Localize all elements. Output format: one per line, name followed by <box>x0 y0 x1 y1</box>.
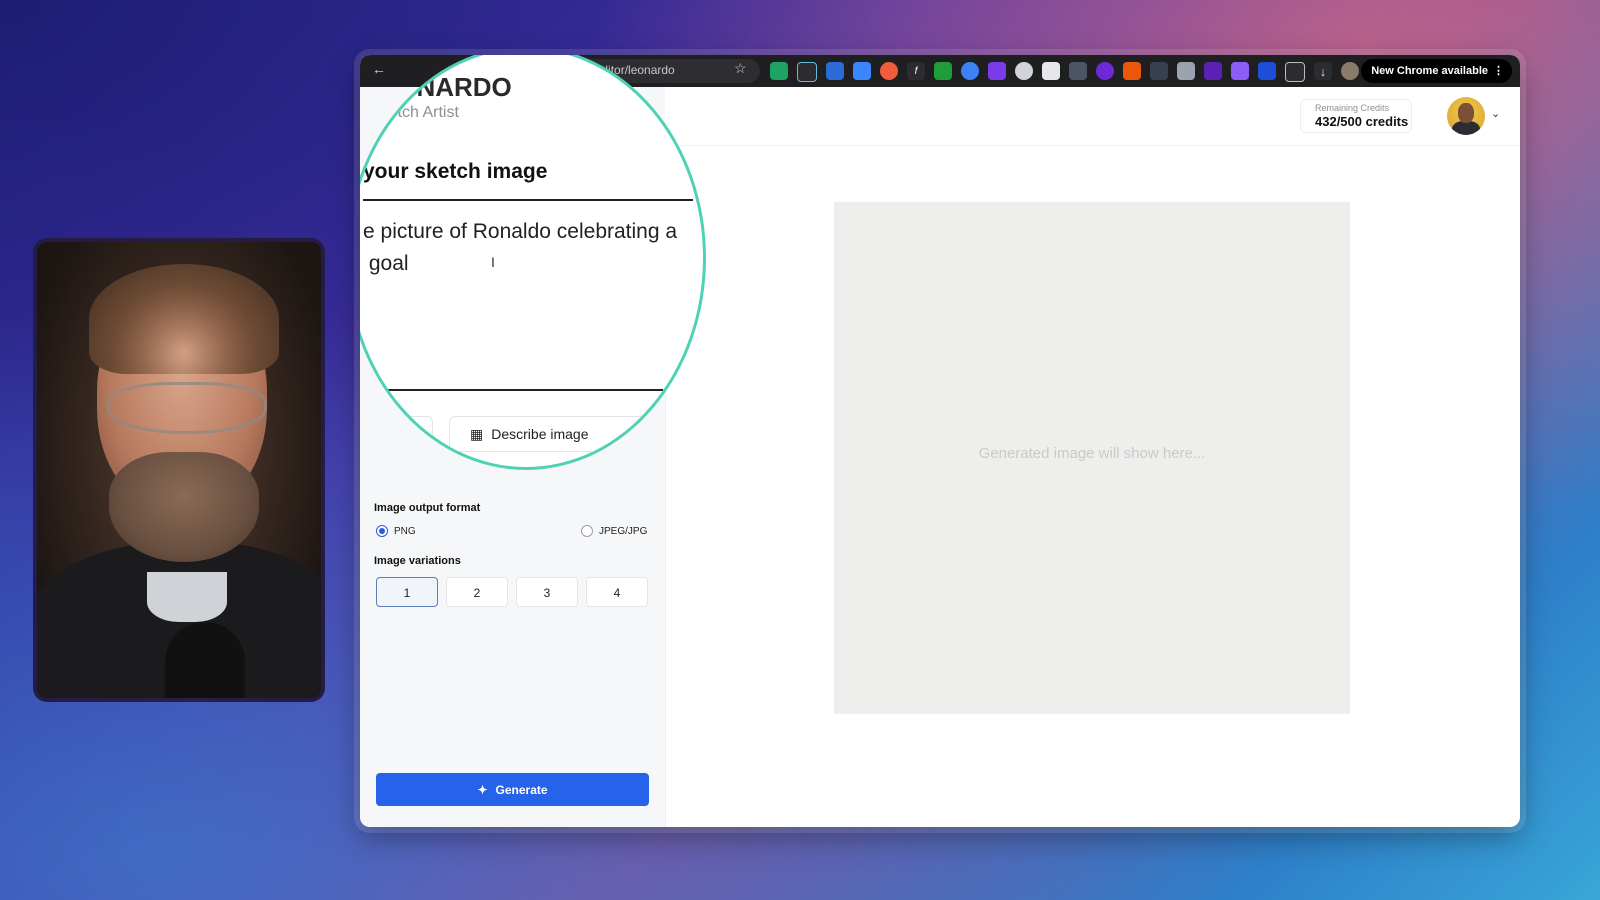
magnified-sidebar: LEONARDO Sketch Artist your sketch image… <box>363 58 703 467</box>
extension-drop-icon[interactable] <box>853 62 871 80</box>
radio-jpeg[interactable] <box>581 525 593 537</box>
image-search-icon: ▦ <box>470 425 484 442</box>
prompt-box-bottom-border <box>363 389 663 391</box>
main-header: Remaining Credits 432/500 credits ⌄ <box>665 87 1520 146</box>
output-format-label: Image output format <box>374 502 481 514</box>
format-option-jpeg[interactable]: JPEG/JPG <box>581 525 647 537</box>
content-button[interactable]: ntent <box>363 416 433 452</box>
credits-label: Remaining Credits <box>1315 103 1390 113</box>
extension-white-icon[interactable] <box>1042 62 1060 80</box>
extension-gear-icon[interactable] <box>1204 62 1222 80</box>
extension-function-icon[interactable]: f <box>907 62 925 80</box>
variations-label: Image variations <box>374 555 461 567</box>
profile-avatar-icon[interactable] <box>1341 62 1359 80</box>
extension-purple-icon[interactable] <box>988 62 1006 80</box>
prompt-heading: your sketch image <box>363 160 548 183</box>
chrome-update-button[interactable]: New Chrome available ⋮ <box>1361 59 1512 83</box>
user-avatar[interactable] <box>1447 97 1485 135</box>
variation-button-3[interactable]: 3 <box>516 577 578 607</box>
prompt-textarea[interactable]: e picture of Ronaldo celebrating a goal <box>363 216 703 280</box>
sparkle-icon: ✦ <box>477 782 488 797</box>
extension-bookmark-icon[interactable] <box>1258 62 1276 80</box>
preview-placeholder: Generated image will show here... <box>978 445 1206 462</box>
chrome-update-label: New Chrome available <box>1371 65 1488 77</box>
avatar-suit <box>1452 121 1480 135</box>
extension-red-icon[interactable] <box>880 62 898 80</box>
describe-image-button[interactable]: ▦ Describe image <box>449 416 649 452</box>
variation-button-2[interactable]: 2 <box>446 577 508 607</box>
browser-window: ← ai/editor/leonardo ☆ f ↓ New Chrome av… <box>360 55 1520 827</box>
webcam-person-beard <box>109 452 259 562</box>
extension-green-icon[interactable] <box>934 62 952 80</box>
credits-badge: Remaining Credits 432/500 credits <box>1300 99 1412 133</box>
more-menu-icon[interactable]: ⋮ <box>1493 59 1504 83</box>
prompt-box-top-border <box>363 199 693 201</box>
webcam-microphone <box>165 622 245 698</box>
extension-code-icon[interactable] <box>1069 62 1087 80</box>
extension-violet-icon[interactable] <box>1096 62 1114 80</box>
format-option-jpeg-label: JPEG/JPG <box>599 525 648 537</box>
generate-button[interactable]: ✦ Generate <box>376 773 649 806</box>
extension-circle-icon[interactable] <box>961 62 979 80</box>
brand-subtitle: Sketch Artist <box>370 104 459 121</box>
extension-sheets-icon[interactable] <box>770 62 788 80</box>
generate-label: Generate <box>495 782 548 797</box>
bookmark-star-icon[interactable]: ☆ <box>734 60 747 77</box>
webcam-feed <box>33 238 325 702</box>
zoom-magnifier-overlay: LEONARDO Sketch Artist your sketch image… <box>360 55 706 470</box>
variation-button-1[interactable]: 1 <box>376 577 438 607</box>
extensions-puzzle-icon[interactable] <box>1285 62 1305 82</box>
content-button-label: ntent <box>364 426 396 442</box>
brand-title: LEONARDO <box>363 72 512 102</box>
avatar-face <box>1458 103 1474 123</box>
extension-cloud-icon[interactable] <box>1231 62 1249 80</box>
image-preview-area: Generated image will show here... <box>834 202 1350 714</box>
radio-png[interactable] <box>376 525 388 537</box>
extension-gray-icon[interactable] <box>1015 62 1033 80</box>
extension-grammar-icon[interactable] <box>797 62 817 82</box>
webcam-person-glasses <box>107 382 267 434</box>
variation-button-4[interactable]: 4 <box>586 577 648 607</box>
format-option-png-label: PNG <box>394 525 416 537</box>
webcam-person-shirt <box>147 572 227 622</box>
extension-scan-icon[interactable] <box>1150 62 1168 80</box>
credits-value: 432/500 credits <box>1315 114 1409 129</box>
extension-fox-icon[interactable] <box>1123 62 1141 80</box>
extension-blue-icon[interactable] <box>826 62 844 80</box>
describe-image-label: Describe image <box>491 426 589 442</box>
webcam-person-hair <box>89 264 279 374</box>
text-cursor-icon: I <box>491 254 495 270</box>
format-option-png[interactable]: PNG <box>376 525 416 537</box>
chevron-down-icon[interactable]: ⌄ <box>1491 107 1500 120</box>
download-icon[interactable]: ↓ <box>1314 62 1332 80</box>
extensions-bar: f ↓ <box>770 62 1359 82</box>
extension-battery-icon[interactable] <box>1177 62 1195 80</box>
